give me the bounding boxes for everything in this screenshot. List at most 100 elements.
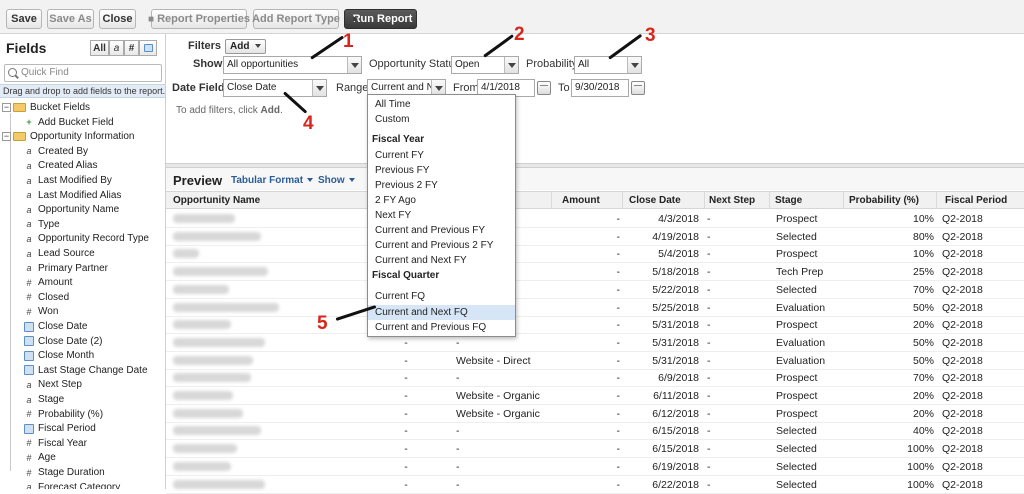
column-header[interactable]: Probability (%): [849, 195, 919, 206]
field-tree-item[interactable]: a Next Step: [24, 377, 81, 392]
field-tree-item[interactable]: − Bucket Fields: [2, 100, 90, 115]
dropdown-option[interactable]: 2 FY Ago: [368, 193, 515, 208]
table-row[interactable]: --4/3/2018-Prospect10%Q2-2018: [166, 210, 1024, 228]
add-link[interactable]: Add: [260, 105, 279, 116]
table-row[interactable]: - Website - Direct -5/31/2018- Evaluation 50…: [166, 352, 1024, 370]
field-tree-item[interactable]: a Last Modified Alias: [24, 188, 121, 203]
field-tree-item[interactable]: # Fiscal Year: [24, 436, 86, 451]
redacted-cell: -: [404, 425, 408, 438]
add-report-type-button[interactable]: Add Report Type: [252, 9, 340, 29]
dropdown-option[interactable]: Current and Next FY: [368, 253, 515, 268]
table-row[interactable]: - - -6/22/2018- Selected 100% Q2-2018: [166, 476, 1024, 494]
field-tree-item[interactable]: Close Month: [24, 348, 94, 363]
field-tree-item[interactable]: # Closed: [24, 290, 69, 305]
table-row[interactable]: --4/19/2018-Selected80%Q2-2018: [166, 228, 1024, 246]
field-tree-item[interactable]: # Amount: [24, 275, 72, 290]
add-filter-button[interactable]: Add: [225, 39, 266, 54]
table-row[interactable]: - - -6/15/2018- Selected 100% Q2-2018: [166, 440, 1024, 459]
dropdown-option[interactable]: Previous FY: [368, 163, 515, 178]
date-field-label: Date Field: [172, 82, 225, 94]
show-menu[interactable]: Show: [318, 175, 355, 186]
save-button[interactable]: Save: [6, 9, 42, 29]
stage-cell: Evaluation: [776, 336, 826, 349]
calendar-icon[interactable]: [631, 81, 645, 95]
column-header[interactable]: Opportunity Name: [173, 195, 260, 206]
stage-cell: Selected: [776, 460, 817, 473]
column-header[interactable]: Fiscal Period: [945, 195, 1007, 206]
field-label: Stage Duration: [38, 467, 105, 478]
dropdown-option[interactable]: Current FY: [368, 148, 515, 163]
table-row[interactable]: - - -6/9/2018- Prospect 70% Q2-2018: [166, 369, 1024, 388]
dropdown-option[interactable]: Current and Previous FY: [368, 223, 515, 238]
field-tree-item[interactable]: a Type: [24, 217, 59, 232]
table-row[interactable]: -irect-5/18/2018-Tech Prep25%Q2-2018: [166, 263, 1024, 282]
dropdown-option[interactable]: Current and Previous FQ: [368, 320, 515, 335]
field-tree-item[interactable]: # Age: [24, 450, 55, 465]
field-tree-item[interactable]: a Forecast Category: [24, 480, 120, 489]
run-report-button[interactable]: Run Report: [344, 9, 417, 29]
quick-find-input[interactable]: Quick Find: [4, 64, 162, 82]
filter-all-button[interactable]: All: [90, 40, 109, 56]
opportunity-status-select[interactable]: Open: [451, 56, 519, 74]
close-button[interactable]: Close: [99, 9, 136, 29]
column-separator: [622, 192, 623, 209]
field-tree-item[interactable]: a Opportunity Record Type: [24, 231, 149, 246]
table-row[interactable]: --5/31/2018-Prospect20%Q2-2018: [166, 316, 1024, 335]
table-row[interactable]: --5/22/2018-Selected70%Q2-2018: [166, 281, 1024, 299]
date-field-select[interactable]: Close Date: [223, 79, 327, 97]
table-row[interactable]: - - -6/19/2018- Selected 100% Q2-2018: [166, 458, 1024, 476]
field-tree-item[interactable]: a Primary Partner: [24, 261, 108, 276]
field-tree-item[interactable]: Close Date (2): [24, 334, 102, 349]
table-row[interactable]: -ect-5/25/2018-Evaluation50%Q2-2018: [166, 299, 1024, 317]
dropdown-option[interactable]: Current FQ: [368, 289, 515, 304]
column-header[interactable]: Next Step: [709, 195, 755, 206]
field-tree-item[interactable]: a Lead Source: [24, 246, 94, 261]
column-header[interactable]: Amount: [562, 195, 600, 206]
field-tree-item[interactable]: a Created Alias: [24, 158, 97, 173]
dropdown-option[interactable]: Next FQ: [368, 335, 515, 336]
calendar-icon[interactable]: [537, 81, 551, 95]
table-row[interactable]: --5/4/2018-Prospect10%Q2-2018: [166, 245, 1024, 264]
stage-cell: Selected: [776, 230, 817, 243]
redacted-opportunity-name: [173, 320, 231, 330]
collapse-icon[interactable]: −: [2, 132, 11, 142]
filter-text-button[interactable]: a: [109, 40, 124, 56]
format-menu[interactable]: Tabular Format: [231, 175, 314, 186]
dropdown-option[interactable]: Current and Next FQ: [368, 305, 515, 320]
dropdown-option[interactable]: Next FY: [368, 208, 515, 223]
table-row[interactable]: - - -6/15/2018- Selected 40% Q2-2018: [166, 422, 1024, 441]
dropdown-option[interactable]: Previous 2 FY: [368, 178, 515, 193]
redacted-opportunity-name: [173, 231, 261, 241]
dropdown-option[interactable]: All Time: [368, 97, 515, 112]
field-tree-item[interactable]: + Add Bucket Field: [24, 115, 113, 130]
field-tree-item[interactable]: a Stage: [24, 392, 64, 407]
field-tree-item[interactable]: − Opportunity Information: [2, 129, 135, 144]
dropdown-option[interactable]: Current and Previous 2 FY: [368, 238, 515, 253]
field-tree-item[interactable]: a Opportunity Name: [24, 202, 119, 217]
field-tree-item[interactable]: # Stage Duration: [24, 465, 105, 480]
report-properties-button[interactable]: ■ Report Properties: [148, 9, 250, 29]
field-tree-item[interactable]: Close Date: [24, 319, 87, 334]
table-row[interactable]: - Website - Organic -6/11/2018- Prospect 20%…: [166, 387, 1024, 405]
collapse-icon[interactable]: −: [2, 103, 11, 112]
table-row[interactable]: - - -5/31/2018- Evaluation 50% Q2-2018: [166, 334, 1024, 352]
filter-number-button[interactable]: #: [124, 40, 139, 56]
field-tree-item[interactable]: # Won: [24, 304, 58, 319]
to-label: To: [558, 82, 570, 94]
probability-select[interactable]: All: [574, 56, 642, 74]
to-date-input[interactable]: 9/30/2018: [571, 79, 629, 97]
table-row[interactable]: - Website - Organic -6/12/2018- Prospect 20%…: [166, 405, 1024, 423]
field-tree-item[interactable]: a Created By: [24, 144, 88, 159]
field-tree-item[interactable]: Last Stage Change Date: [24, 363, 148, 378]
column-header[interactable]: Close Date: [629, 195, 681, 206]
field-tree-item[interactable]: a Last Modified By: [24, 173, 111, 188]
column-header[interactable]: Stage: [775, 195, 802, 206]
show-select[interactable]: All opportunities: [223, 56, 362, 74]
save-as-button[interactable]: Save As: [47, 9, 94, 29]
field-tree-item[interactable]: Fiscal Period: [24, 421, 96, 436]
dropdown-option[interactable]: Custom: [368, 112, 515, 127]
field-tree-item[interactable]: # Probability (%): [24, 407, 103, 422]
probability-cell: 80%: [912, 230, 934, 243]
probability-cell: 20%: [912, 390, 934, 402]
filter-date-button[interactable]: [139, 40, 157, 56]
